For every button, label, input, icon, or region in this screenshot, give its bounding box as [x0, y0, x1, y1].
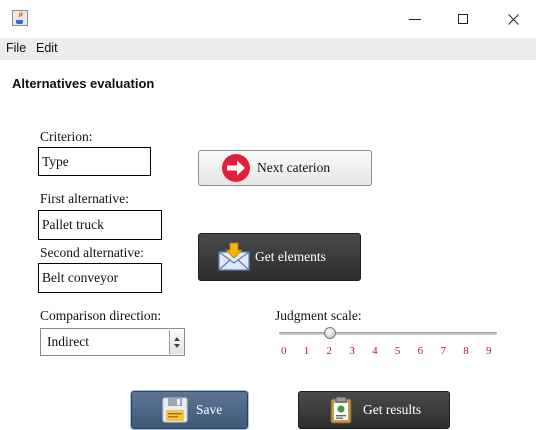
clipboard-icon: [330, 396, 352, 424]
second-alternative-field[interactable]: Belt conveyor: [38, 263, 162, 293]
next-criterion-button[interactable]: Next caterion: [198, 150, 372, 186]
scale-tick-label: 8: [463, 345, 469, 357]
criterion-field[interactable]: Type: [38, 147, 151, 176]
first-alternative-field[interactable]: Pallet truck: [38, 210, 162, 240]
chevron-up-icon: [174, 336, 180, 341]
next-criterion-label: Next caterion: [257, 160, 331, 175]
close-button[interactable]: [498, 6, 528, 32]
red-arrow-icon: [222, 154, 250, 182]
menu-bar: File Edit: [0, 38, 536, 60]
judgment-scale-label: Judgment scale:: [275, 308, 362, 323]
save-button[interactable]: Save: [131, 391, 248, 429]
maximize-icon: [458, 14, 468, 24]
judgment-scale-thumb[interactable]: [323, 327, 336, 339]
scale-tick-label: 0: [281, 345, 287, 357]
page-title: Alternatives evaluation: [12, 76, 155, 91]
minimize-button[interactable]: [400, 6, 430, 32]
floppy-disk-icon: [162, 397, 188, 423]
scale-tick-label: 7: [440, 345, 446, 357]
scale-tick-label: 3: [349, 345, 355, 357]
minimize-icon: [409, 18, 421, 20]
get-results-button[interactable]: Get results: [298, 391, 450, 429]
java-cup-icon: [12, 10, 28, 26]
comparison-direction-label: Comparison direction:: [40, 308, 162, 323]
judgment-scale-track[interactable]: [279, 332, 497, 335]
scale-tick-label: 1: [303, 345, 310, 357]
close-icon: [507, 13, 519, 25]
scale-tick-label: 4: [372, 345, 378, 357]
scale-tick-label: 2: [326, 345, 333, 357]
save-label: Save: [196, 402, 223, 417]
envelope-download-icon: [218, 242, 250, 271]
get-elements-button[interactable]: Get elements: [198, 233, 361, 281]
scale-tick-label: 9: [486, 345, 492, 357]
maximize-button[interactable]: [448, 6, 478, 32]
first-alternative-label: First alternative:: [40, 191, 129, 206]
criterion-label: Criterion:: [40, 129, 93, 144]
judgment-scale-ticks: 0 1 2 3 4 5 6 7 8 9: [0, 345, 536, 361]
second-alternative-label: Second alternative:: [40, 245, 144, 260]
title-bar: [0, 0, 536, 38]
get-results-label: Get results: [363, 402, 422, 417]
menu-edit[interactable]: Edit: [36, 41, 58, 55]
get-elements-label: Get elements: [255, 249, 326, 264]
scale-tick-label: 6: [417, 345, 424, 357]
menu-file[interactable]: File: [6, 41, 26, 55]
scale-tick-label: 5: [394, 345, 401, 357]
